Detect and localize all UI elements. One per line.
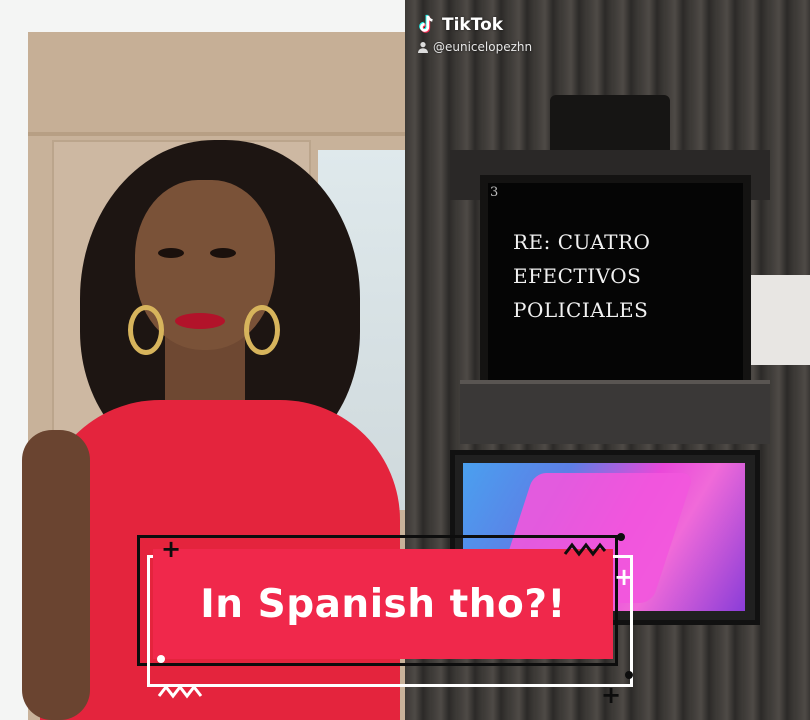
- tiktok-watermark: TikTok @eunicelopezhn: [415, 14, 532, 54]
- zigzag-icon: [157, 684, 203, 699]
- tiktok-handle: @eunicelopezhn: [433, 40, 533, 54]
- tiktok-note-icon: [419, 14, 433, 33]
- dot-icon: [625, 671, 633, 679]
- caption-text: In Spanish tho?!: [200, 581, 566, 627]
- teleprompter-screen: 3 RE: CUATRO EFECTIVOS POLICIALES: [480, 175, 751, 391]
- plus-icon: +: [161, 535, 182, 563]
- user-icon: [418, 42, 428, 53]
- equipment-shelf: [460, 380, 770, 444]
- plus-icon: +: [614, 563, 635, 591]
- tiktok-user: @eunicelopezhn: [417, 40, 532, 54]
- dot-icon: [617, 533, 625, 541]
- zigzag-icon: [563, 542, 607, 557]
- presenter-lips: [175, 313, 225, 329]
- teleprompter-line-number: 3: [490, 185, 499, 200]
- caption-box: In Spanish tho?!: [153, 549, 613, 659]
- presenter-eye: [158, 248, 184, 258]
- tiktok-logo: TikTok: [415, 14, 532, 36]
- video-frame: 3 RE: CUATRO EFECTIVOS POLICIALES TikTok: [0, 0, 810, 720]
- teleprompter-text: RE: CUATRO EFECTIVOS POLICIALES: [513, 225, 650, 327]
- earring: [128, 305, 164, 355]
- earring: [244, 305, 280, 355]
- teleprompter-line: RE: CUATRO: [513, 230, 651, 254]
- cabinet-top: [28, 32, 405, 136]
- caption-banner: In Spanish tho?! + + +: [137, 533, 634, 707]
- tiktok-app-name: TikTok: [442, 15, 504, 35]
- teleprompter-line: EFECTIVOS: [513, 264, 642, 288]
- presenter-eye: [210, 248, 236, 258]
- plus-icon: +: [601, 681, 622, 709]
- teleprompter-line: POLICIALES: [513, 298, 649, 322]
- presenter-arm: [22, 430, 90, 720]
- dot-icon: [157, 655, 165, 663]
